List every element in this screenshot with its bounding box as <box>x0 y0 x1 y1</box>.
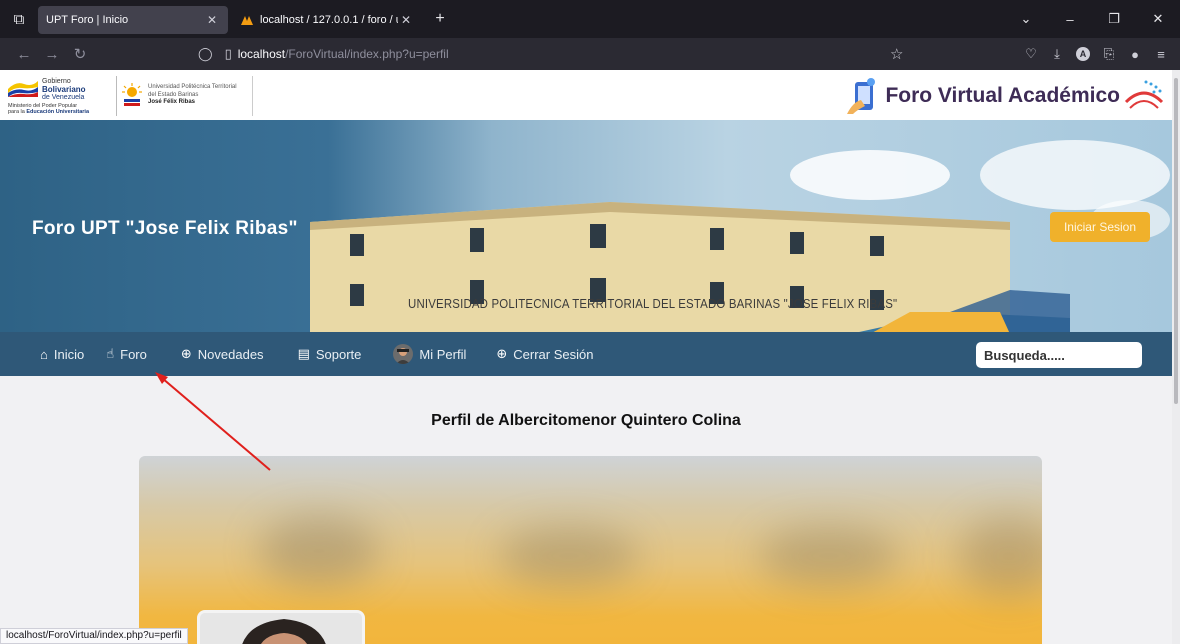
close-icon[interactable]: ✕ <box>398 13 414 27</box>
avatar <box>393 344 414 364</box>
nav-item-label: Mi Perfil <box>419 346 467 362</box>
brand-title: Foro Virtual Académico <box>885 84 1120 107</box>
hero-banner: UNIVERSIDAD POLITECNICA TERRITORIAL DEL … <box>0 120 1172 332</box>
url-host: localhost <box>237 47 286 61</box>
hand-pointer-icon: ☝ <box>106 346 115 361</box>
nav-item-soporte[interactable]: ▤ Soporte <box>298 346 362 362</box>
pocket-icon[interactable]: ♡ <box>1018 46 1044 62</box>
venezuela-flag-icon <box>8 81 38 97</box>
nav-item-foro[interactable]: ☝ Foro <box>106 346 147 362</box>
uni-logo: Universidad Politécnica Territorial del … <box>120 80 252 114</box>
status-bar-url: localhost/ForoVirtual/index.php?u=perfil <box>0 628 188 644</box>
browser-nav-bar: ← → ↻ ◯ ▯ localhost/ForoVirtual/index.ph… <box>0 38 1180 70</box>
gov-line2: Bolivariano <box>42 85 86 94</box>
cloud <box>790 150 950 200</box>
university-building-image <box>310 202 1070 332</box>
page-scrollbar[interactable] <box>1172 70 1180 644</box>
uni-emblem-icon <box>122 83 142 106</box>
nav-item-inicio[interactable]: ⌂ Inicio <box>40 347 84 362</box>
download-icon[interactable]: ⤓ <box>1044 46 1070 62</box>
extension-bug-icon[interactable]: ● <box>1122 47 1148 62</box>
toolbar-buttons: ♡ ⤓ A ⎘ ● ≡ <box>1018 38 1174 70</box>
page-viewport: Gobierno Bolivariano de Venezuela Minist… <box>0 70 1172 644</box>
search-input[interactable] <box>976 342 1142 368</box>
uni-line1: Universidad Politécnica Territorial <box>148 84 237 90</box>
globe-icon: ⊕ <box>496 346 508 361</box>
reload-icon[interactable]: ↻ <box>66 45 94 63</box>
nav-item-label: Soporte <box>315 346 362 362</box>
restore-icon[interactable]: ❐ <box>1092 11 1136 27</box>
browser-tab-bar: ⧉ UPT Foro | Inicio ✕ localhost / 127.0.… <box>0 0 1180 38</box>
shield-icon: ◯ <box>198 46 213 61</box>
home-icon: ⌂ <box>40 346 48 362</box>
logo-divider <box>252 76 253 116</box>
profile-title: Perfil de Albercitomenor Quintero Colina <box>431 412 741 429</box>
tab-label: localhost / 127.0.0.1 / foro / usu <box>260 14 398 26</box>
cover-blur <box>259 516 379 586</box>
profile-photo[interactable] <box>197 610 365 644</box>
hero-title: Foro UPT "Jose Felix Ribas" <box>32 218 298 239</box>
building-sign: UNIVERSIDAD POLITECNICA TERRITORIAL DEL … <box>408 296 898 311</box>
scrollbar-thumb[interactable] <box>1174 78 1178 404</box>
minimize-icon[interactable]: – <box>1048 12 1092 27</box>
foro-brand: Foro Virtual Académico <box>845 76 1164 116</box>
url-path: /ForoVirtual/index.php?u=perfil <box>285 47 449 61</box>
nav-item-label: Cerrar Sesión <box>513 346 594 362</box>
uni-line3: José Félix Ribas <box>148 99 196 105</box>
tab-label: UPT Foro | Inicio <box>46 14 129 26</box>
logo-divider <box>116 76 117 116</box>
chevron-down-icon[interactable]: ⌄ <box>1004 11 1048 27</box>
login-button[interactable]: Iniciar Sesion <box>1050 212 1150 242</box>
brand-decoration-icon <box>1124 80 1164 109</box>
nav-item-label: Novedades <box>197 346 264 362</box>
phpmyadmin-icon <box>241 16 253 25</box>
account-icon[interactable]: A <box>1076 47 1090 61</box>
forum-phone-icon <box>847 78 876 114</box>
back-arrow-icon[interactable]: ← <box>10 46 38 63</box>
extensions-icon[interactable]: ⎘ <box>1096 46 1122 62</box>
nav-item-label: Inicio <box>53 346 85 362</box>
uni-line2: del Estado Barinas <box>148 92 199 98</box>
main-nav: ⌂ Inicio ☝ Foro ⊕ Novedades ▤ Soporte Mi… <box>0 332 1172 376</box>
globe-icon: ⊕ <box>180 346 192 361</box>
site-top-header: Gobierno Bolivariano de Venezuela Minist… <box>0 70 1172 120</box>
nav-item-label: Foro <box>120 346 147 362</box>
nav-item-novedades[interactable]: ⊕ Novedades <box>181 346 264 362</box>
cover-blur <box>499 526 639 586</box>
cover-blur <box>959 516 1042 596</box>
tab-overview-icon[interactable]: ⧉ <box>0 0 38 38</box>
nav-item-cerrar-sesion[interactable]: ⊕ Cerrar Sesión <box>496 346 593 362</box>
page-icon: ▯ <box>224 46 232 61</box>
url-bar[interactable]: ◯ ▯ localhost/ForoVirtual/index.php?u=pe… <box>192 42 918 66</box>
gov-logo: Gobierno Bolivariano de Venezuela Minist… <box>8 76 116 116</box>
tab-phpmyadmin[interactable]: localhost / 127.0.0.1 / foro / usu ✕ <box>232 6 422 34</box>
message-icon: ▤ <box>297 346 310 361</box>
cover-blur <box>759 526 899 586</box>
bookmark-star-icon[interactable]: ☆ <box>890 45 903 63</box>
gov-line3: de Venezuela <box>42 94 85 101</box>
close-icon[interactable]: ✕ <box>204 13 220 27</box>
gov-line1: Gobierno <box>42 78 71 85</box>
menu-icon[interactable]: ≡ <box>1148 47 1174 62</box>
forward-arrow-icon[interactable]: → <box>38 46 66 63</box>
gov-line5: para la Educación Universitaria <box>8 109 90 115</box>
nav-item-mi-perfil[interactable]: Mi Perfil <box>393 344 466 364</box>
tab-upt-foro[interactable]: UPT Foro | Inicio ✕ <box>38 6 228 34</box>
new-tab-button[interactable]: + <box>426 10 454 28</box>
close-window-icon[interactable]: ✕ <box>1136 11 1180 27</box>
window-controls: ⌄ – ❐ ✕ <box>1004 0 1180 38</box>
